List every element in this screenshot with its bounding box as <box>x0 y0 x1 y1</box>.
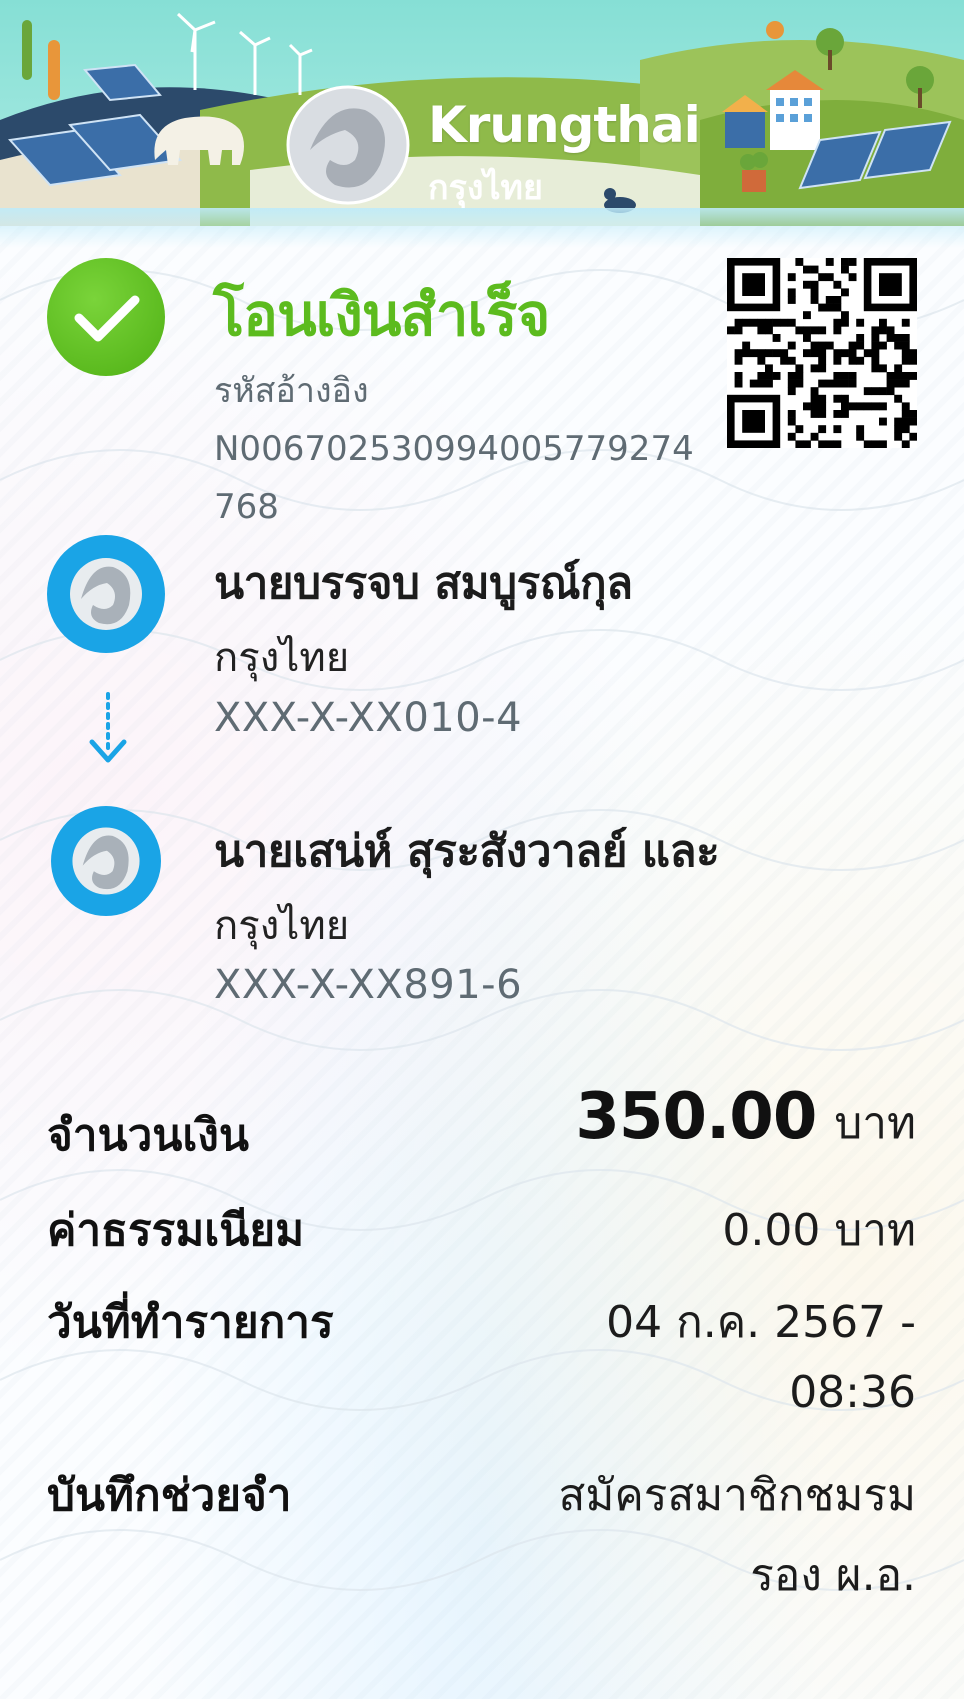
qr-code <box>727 258 918 449</box>
amount-label: จำนวนเงิน <box>47 1110 249 1161</box>
sender-bank-logo-icon <box>47 535 165 653</box>
brand-name-th: กรุงไทย <box>428 168 543 208</box>
receiver-bank-logo-icon <box>51 806 161 916</box>
amount-number: 350.00 <box>575 1080 817 1154</box>
amount-unit: บาท <box>834 1098 916 1149</box>
date-line-2: 08:36 <box>789 1367 916 1418</box>
sender-account: XXX-X-XX010-4 <box>214 695 523 741</box>
memo-line-2: รอง ผ.อ. <box>750 1550 916 1601</box>
memo-label: บันทึกช่วยจำ <box>47 1470 292 1521</box>
sender-bank: กรุงไทย <box>214 635 350 681</box>
receiver-bank: กรุงไทย <box>214 903 350 949</box>
memo-line-1: สมัครสมาชิกชมรม <box>558 1470 917 1521</box>
date-line-1: 04 ก.ค. 2567 - <box>606 1297 916 1348</box>
reference-label: รหัสอ้างอิง <box>214 371 369 411</box>
receiver-account: XXX-X-XX891-6 <box>214 962 523 1008</box>
brand-name-en: Krungthai <box>428 96 701 154</box>
reference-code: N006702530994005779274768 <box>214 429 694 527</box>
fee-value: 0.00 บาท <box>722 1205 916 1256</box>
sender-name: นายบรรจบ สมบูรณ์กุล <box>214 558 633 609</box>
banner-fade <box>0 208 964 248</box>
header-banner: Krungthai กรุงไทย <box>0 0 964 226</box>
success-check-icon <box>47 258 165 376</box>
arrow-down-icon <box>89 692 127 763</box>
amount-value: 350.00 บาท <box>575 1080 916 1158</box>
transfer-status-title: โอนเงินสำเร็จ <box>213 281 550 349</box>
receiver-name: นายเสน่ห์ สุระสังวาลย์ และ <box>214 826 720 877</box>
fee-label: ค่าธรรมเนียม <box>47 1205 305 1256</box>
date-label: วันที่ทำรายการ <box>47 1297 334 1348</box>
